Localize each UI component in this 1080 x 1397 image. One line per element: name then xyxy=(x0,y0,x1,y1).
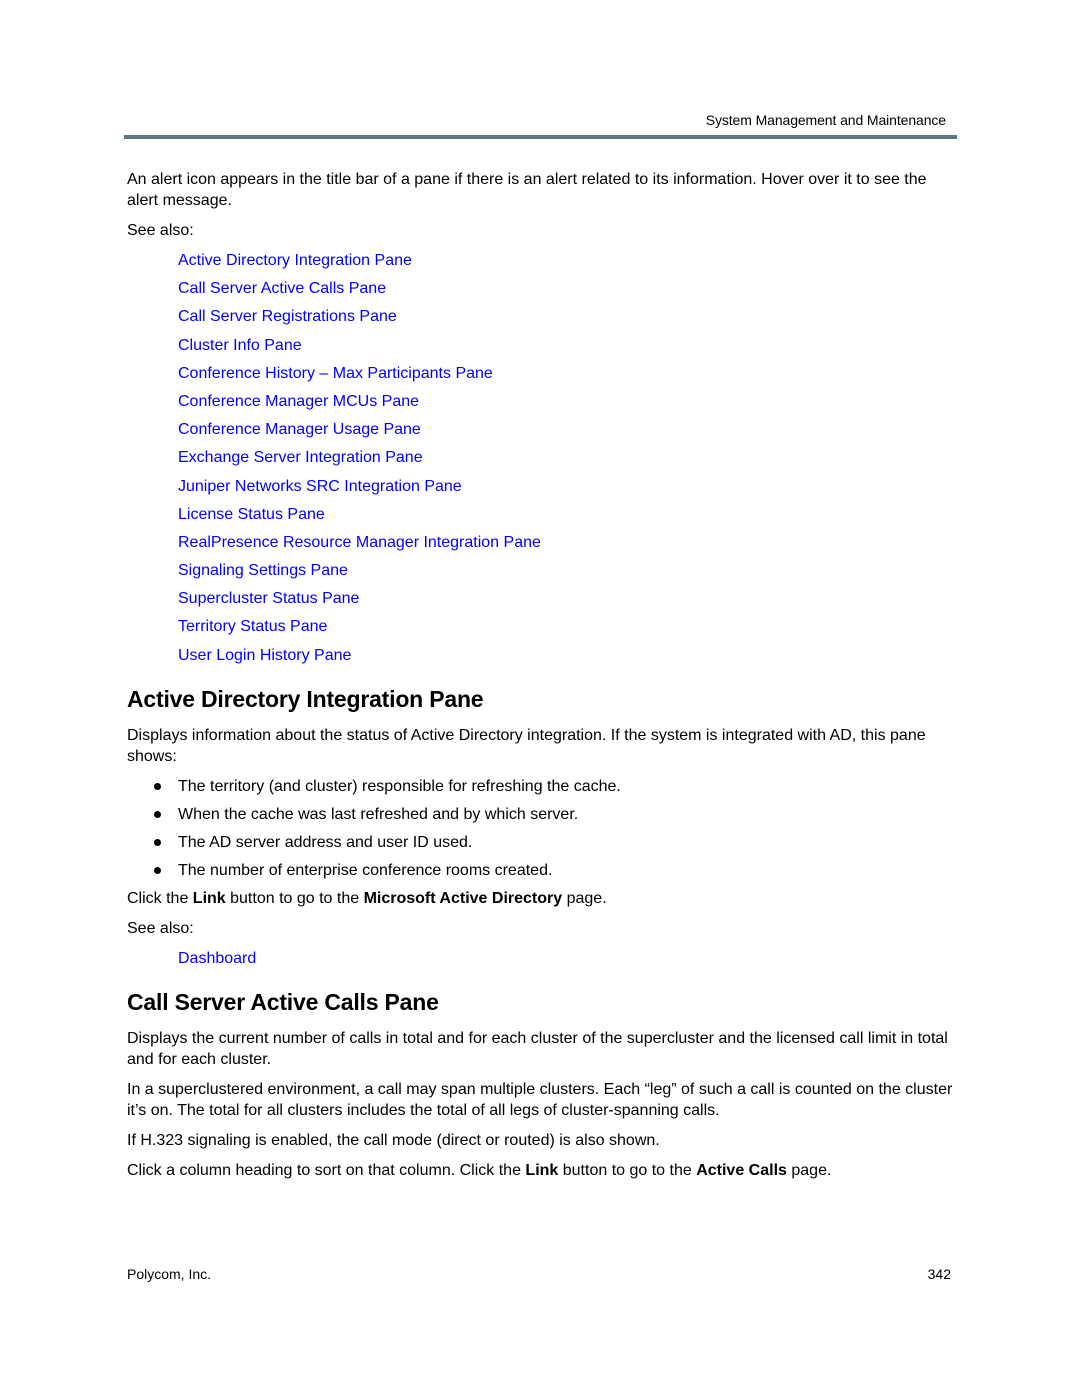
intro-paragraph: An alert icon appears in the title bar o… xyxy=(127,171,927,209)
link-dashboard[interactable]: Dashboard xyxy=(178,948,957,969)
list-item: The AD server address and user ID used. xyxy=(127,832,957,853)
list-item: When the cache was last refreshed and by… xyxy=(127,804,957,825)
link-territory-status-pane[interactable]: Territory Status Pane xyxy=(178,616,957,637)
footer-page-number: 342 xyxy=(927,1266,951,1282)
see-also-label: See also: xyxy=(127,919,194,937)
bullet-icon xyxy=(154,866,161,874)
link-exchange-server-integration-pane[interactable]: Exchange Server Integration Pane xyxy=(178,447,957,468)
calls-paragraph: If H.323 signaling is enabled, the call … xyxy=(127,1131,660,1149)
bullet-icon xyxy=(154,838,161,846)
link-conference-manager-mcus-pane[interactable]: Conference Manager MCUs Pane xyxy=(178,391,957,412)
link-license-status-pane[interactable]: License Status Pane xyxy=(178,504,957,525)
ad-description: Displays information about the status of… xyxy=(127,726,926,765)
header-rule xyxy=(124,135,957,139)
list-item: The number of enterprise conference room… xyxy=(127,860,957,881)
link-juniper-networks-src-integration-pane[interactable]: Juniper Networks SRC Integration Pane xyxy=(178,476,957,497)
footer-company: Polycom, Inc. xyxy=(127,1266,212,1282)
ad-link-instruction: Click the Link button to go to the Micro… xyxy=(127,889,607,907)
link-call-server-registrations-pane[interactable]: Call Server Registrations Pane xyxy=(178,306,957,327)
bullet-icon xyxy=(154,810,161,818)
list-item: The territory (and cluster) responsible … xyxy=(127,776,957,797)
link-cluster-info-pane[interactable]: Cluster Info Pane xyxy=(178,335,957,356)
link-supercluster-status-pane[interactable]: Supercluster Status Pane xyxy=(178,588,957,609)
link-realpresence-resource-manager-integration-pane[interactable]: RealPresence Resource Manager Integratio… xyxy=(178,532,957,553)
link-active-directory-integration-pane[interactable]: Active Directory Integration Pane xyxy=(178,250,957,271)
link-signaling-settings-pane[interactable]: Signaling Settings Pane xyxy=(178,560,957,581)
link-call-server-active-calls-pane[interactable]: Call Server Active Calls Pane xyxy=(178,278,957,299)
link-conference-history-max-participants-pane[interactable]: Conference History – Max Participants Pa… xyxy=(178,363,957,384)
calls-link-instruction: Click a column heading to sort on that c… xyxy=(127,1161,832,1179)
see-also-links: Active Directory Integration Pane Call S… xyxy=(178,250,957,666)
page-content: An alert icon appears in the title bar o… xyxy=(127,169,957,1190)
ad-bullet-list: The territory (and cluster) responsible … xyxy=(127,776,957,881)
calls-paragraph: Displays the current number of calls in … xyxy=(127,1029,948,1068)
bullet-icon xyxy=(154,782,161,790)
calls-paragraph: In a superclustered environment, a call … xyxy=(127,1080,953,1119)
see-also-label: See also: xyxy=(127,222,194,239)
link-conference-manager-usage-pane[interactable]: Conference Manager Usage Pane xyxy=(178,419,957,440)
running-header: System Management and Maintenance xyxy=(705,112,946,128)
section-heading-active-directory: Active Directory Integration Pane xyxy=(127,685,484,712)
section-heading-call-server-active-calls: Call Server Active Calls Pane xyxy=(127,988,439,1015)
ad-see-also-links: Dashboard xyxy=(178,948,957,969)
link-user-login-history-pane[interactable]: User Login History Pane xyxy=(178,645,957,666)
